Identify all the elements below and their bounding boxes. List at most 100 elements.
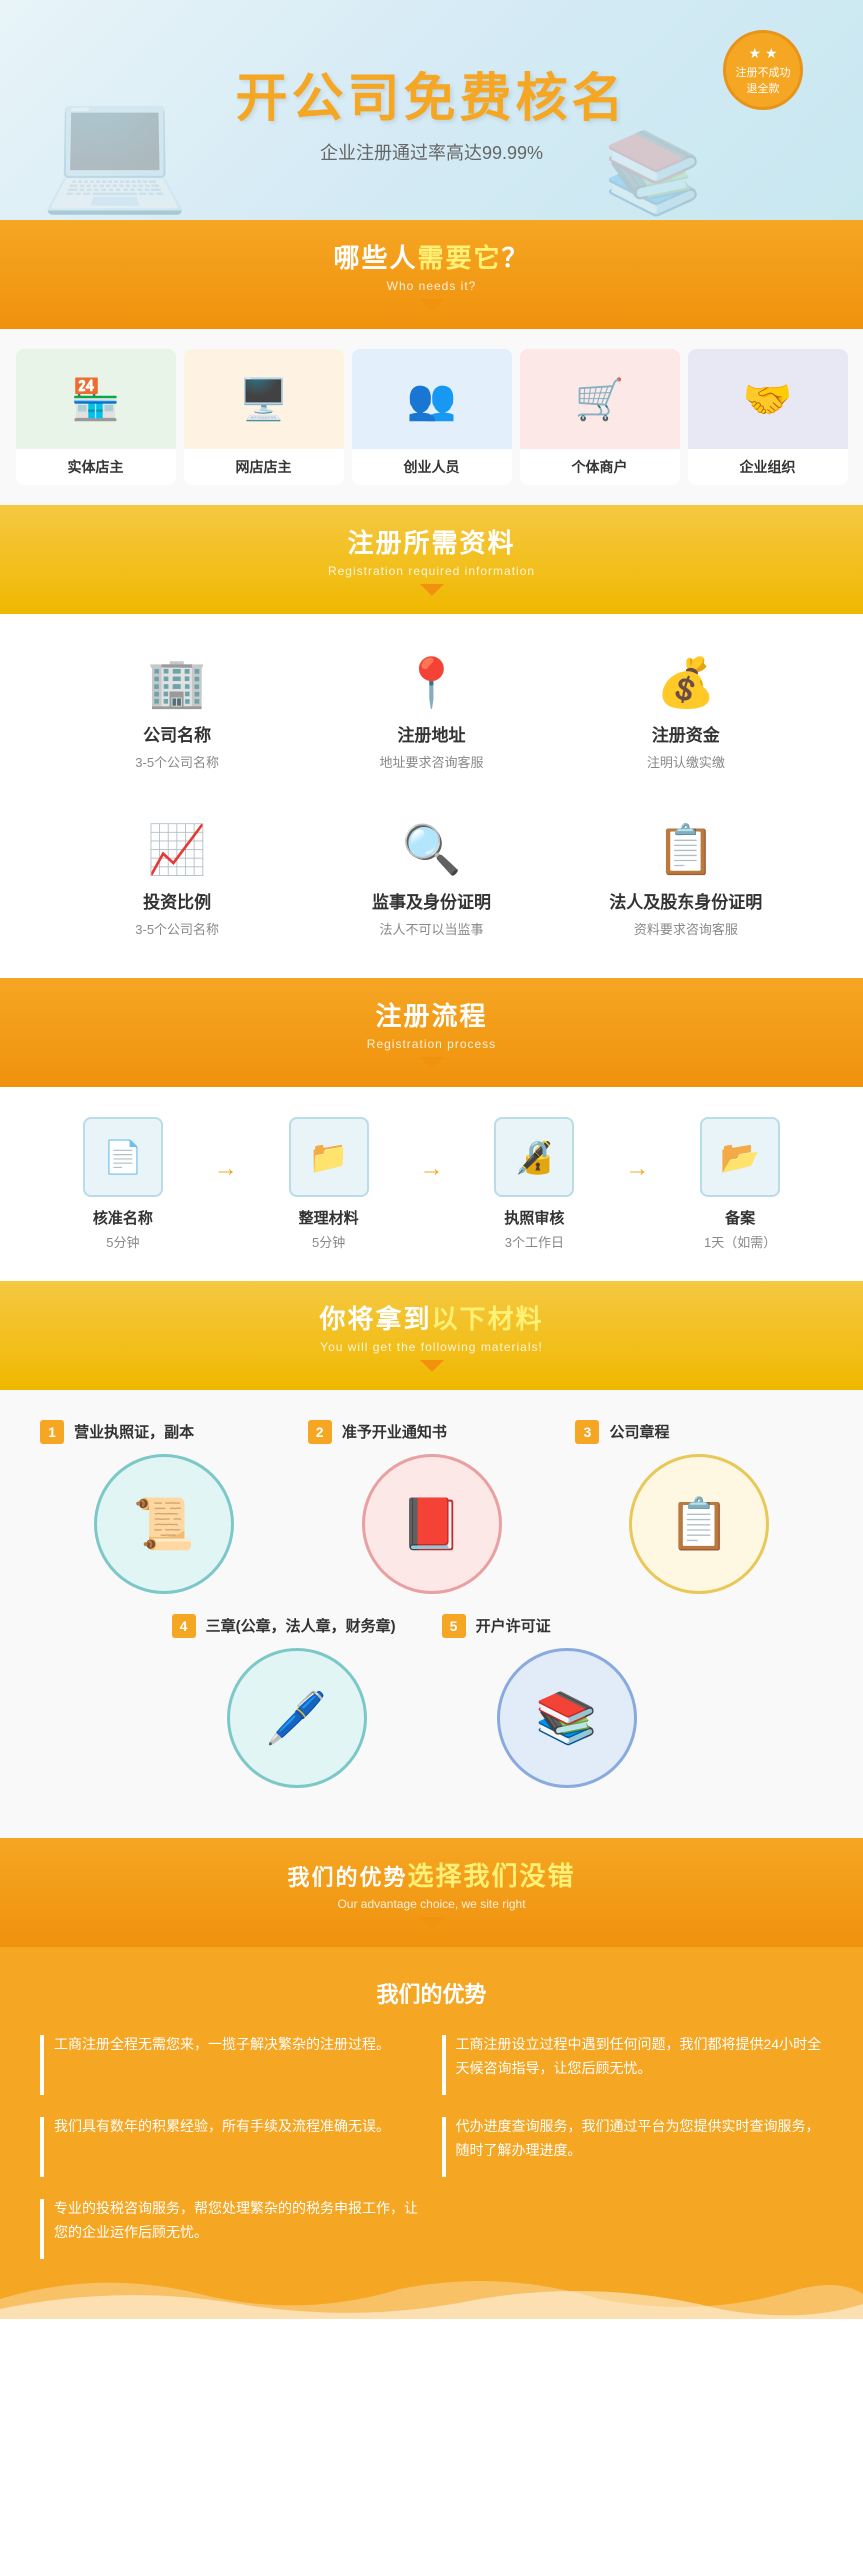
reg-info-icon-3: 💰 — [579, 654, 793, 711]
reg-info-header: 注册所需资料 Registration required information — [0, 505, 863, 614]
reg-info-grid: 🏢 公司名称 3-5个公司名称 📍 注册地址 地址要求咨询客服 💰 注册资金 注… — [60, 644, 803, 948]
our-advantage-title: 我们的优势 — [40, 1977, 823, 2009]
process-step-1-time: 5分钟 — [40, 1232, 206, 1251]
material-item-3: 3 公司章程 📋 — [575, 1420, 823, 1594]
who-card-1: 🏪 实体店主 — [16, 349, 176, 485]
process-step-4-time: 1天（如需） — [657, 1232, 823, 1251]
badge-stars: ★ ★ — [749, 45, 778, 62]
reg-info-grid-wrapper: 🏢 公司名称 3-5个公司名称 📍 注册地址 地址要求咨询客服 💰 注册资金 注… — [0, 614, 863, 978]
advantage-text-1: 工商注册全程无需您来，一揽子解决繁杂的注册过程。 — [54, 2033, 390, 2057]
advantage-header-title: 我们的优势选择我们没错 — [20, 1856, 843, 1893]
reg-info-item-6: 📋 法人及股东身份证明 资料要求咨询客服 — [569, 811, 803, 948]
material-number-5: 5 — [442, 1614, 466, 1638]
hero-laptop-decoration: 💻 — [40, 80, 189, 220]
process-en-subtitle: Registration process — [20, 1037, 843, 1051]
who-card-2-icon: 🖥️ — [184, 349, 344, 449]
who-needs-title: 哪些人需要它？ — [20, 238, 843, 275]
reg-info-desc-2: 地址要求咨询客服 — [324, 752, 538, 771]
advantage-item-4: 代办进度查询服务，我们通过平台为您提供实时查询服务，随时了解办理进度。 — [442, 2115, 824, 2177]
process-arrow-1: → — [214, 1155, 238, 1183]
material-title-1: 1 营业执照证，副本 — [40, 1420, 288, 1444]
material-title-4: 4 三章(公章，法人章，财务章) — [172, 1614, 422, 1638]
advantage-item-2: 工商注册设立过程中遇到任何问题，我们都将提供24小时全天候咨询指导，让您后顾无忧… — [442, 2033, 824, 2095]
process-arrow-3: → — [625, 1155, 649, 1183]
material-title-3: 3 公司章程 — [575, 1420, 823, 1444]
material-img-1: 📜 — [94, 1454, 234, 1594]
reg-info-title-6: 法人及股东身份证明 — [579, 888, 793, 913]
material-number-4: 4 — [172, 1614, 196, 1638]
advantage-text-2: 工商注册设立过程中遇到任何问题，我们都将提供24小时全天候咨询指导，让您后顾无忧… — [456, 2033, 824, 2081]
who-card-5: 🤝 企业组织 — [688, 349, 848, 485]
material-number-1: 1 — [40, 1420, 64, 1444]
reg-info-title-2: 注册地址 — [324, 721, 538, 746]
reg-info-title-1: 公司名称 — [70, 721, 284, 746]
who-card-2-label: 网店店主 — [184, 449, 344, 485]
reg-info-item-2: 📍 注册地址 地址要求咨询客服 — [314, 644, 548, 781]
reg-info-section: 🏢 公司名称 3-5个公司名称 📍 注册地址 地址要求咨询客服 💰 注册资金 注… — [0, 614, 863, 978]
material-number-2: 2 — [308, 1420, 332, 1444]
reg-info-item-3: 💰 注册资金 注明认缴实缴 — [569, 644, 803, 781]
reg-info-icon-4: 📈 — [70, 821, 284, 878]
reg-info-title: 注册所需资料 — [20, 523, 843, 560]
process-step-3-name: 执照审核 — [452, 1207, 618, 1228]
materials-arrow — [420, 1360, 444, 1372]
process-arrow — [420, 1057, 444, 1069]
who-card-3-icon: 👥 — [352, 349, 512, 449]
advantage-text-4: 代办进度查询服务，我们通过平台为您提供实时查询服务，随时了解办理进度。 — [456, 2115, 824, 2163]
reg-info-desc-6: 资料要求咨询客服 — [579, 919, 793, 938]
reg-info-arrow — [420, 584, 444, 596]
process-step-3-time: 3个工作日 — [452, 1232, 618, 1251]
process-header: 注册流程 Registration process — [0, 978, 863, 1087]
hero-title: 开公司免费核名 — [235, 56, 627, 131]
advantage-bar-2 — [442, 2035, 446, 2095]
hero-badge: ★ ★ 注册不成功 退全款 — [723, 30, 803, 110]
who-card-5-label: 企业组织 — [688, 449, 848, 485]
advantage-item-5: 专业的投税咨询服务，帮您处理繁杂的的税务申报工作，让您的企业运作后顾无忧。 — [40, 2197, 422, 2259]
material-item-1: 1 营业执照证，副本 📜 — [40, 1420, 288, 1594]
materials-header: 你将拿到以下材料 You will get the following mate… — [0, 1281, 863, 1390]
process-step-4-name: 备案 — [657, 1207, 823, 1228]
advantage-bar-5 — [40, 2199, 44, 2259]
reg-info-desc-5: 法人不可以当监事 — [324, 919, 538, 938]
advantage-header-section: 我们的优势选择我们没错 Our advantage choice, we sit… — [0, 1838, 863, 1947]
hero-section: 💻 📚 开公司免费核名 企业注册通过率高达99.99% ★ ★ 注册不成功 退全… — [0, 0, 863, 220]
reg-info-en-subtitle: Registration required information — [20, 564, 843, 578]
who-card-1-label: 实体店主 — [16, 449, 176, 485]
advantage-en-subtitle: Our advantage choice, we site right — [20, 1897, 843, 1911]
who-card-4-icon: 🛒 — [520, 349, 680, 449]
who-card-2: 🖥️ 网店店主 — [184, 349, 344, 485]
who-card-1-icon: 🏪 — [16, 349, 176, 449]
reg-info-icon-5: 🔍 — [324, 821, 538, 878]
material-img-3: 📋 — [629, 1454, 769, 1594]
advantage-text-5: 专业的投税咨询服务，帮您处理繁杂的的税务申报工作，让您的企业运作后顾无忧。 — [54, 2197, 422, 2245]
who-card-4-label: 个体商户 — [520, 449, 680, 485]
process-title: 注册流程 — [20, 996, 843, 1033]
process-steps-container: 📄 核准名称 5分钟 → 📁 整理材料 5分钟 → 🔏 执照审核 3个工作日 →… — [40, 1117, 823, 1251]
material-title-5: 5 开户许可证 — [442, 1614, 692, 1638]
who-needs-en-subtitle: Who needs it? — [20, 279, 843, 293]
who-card-3: 👥 创业人员 — [352, 349, 512, 485]
who-card-5-icon: 🤝 — [688, 349, 848, 449]
reg-info-item-1: 🏢 公司名称 3-5个公司名称 — [60, 644, 294, 781]
process-step-2-name: 整理材料 — [246, 1207, 412, 1228]
who-needs-arrow — [420, 299, 444, 311]
material-img-5: 📚 — [497, 1648, 637, 1788]
advantage-bar-1 — [40, 2035, 44, 2095]
reg-info-item-4: 📈 投资比例 3-5个公司名称 — [60, 811, 294, 948]
materials-row-1: 1 营业执照证，副本 📜 2 准予开业通知书 📕 3 公司章程 📋 — [40, 1420, 823, 1594]
process-step-3: 🔏 执照审核 3个工作日 — [452, 1117, 618, 1251]
reg-info-desc-3: 注明认缴实缴 — [579, 752, 793, 771]
advantage-grid: 工商注册全程无需您来，一揽子解决繁杂的注册过程。 工商注册设立过程中遇到任何问题… — [40, 2033, 823, 2259]
who-needs-grid: 🏪 实体店主 🖥️ 网店店主 👥 创业人员 🛒 个体商户 🤝 企业组织 — [10, 349, 853, 485]
advantage-header-arrow — [420, 1917, 444, 1929]
reg-info-icon-1: 🏢 — [70, 654, 284, 711]
reg-info-desc-4: 3-5个公司名称 — [70, 919, 284, 938]
process-step-2: 📁 整理材料 5分钟 — [246, 1117, 412, 1251]
materials-en-subtitle: You will get the following materials! — [20, 1340, 843, 1354]
reg-info-title-3: 注册资金 — [579, 721, 793, 746]
process-arrow-2: → — [420, 1155, 444, 1183]
process-step-4: 📂 备案 1天（如需） — [657, 1117, 823, 1251]
reg-info-item-5: 🔍 监事及身份证明 法人不可以当监事 — [314, 811, 548, 948]
who-needs-section: 🏪 实体店主 🖥️ 网店店主 👥 创业人员 🛒 个体商户 🤝 企业组织 — [0, 329, 863, 505]
materials-row-2: 4 三章(公章，法人章，财务章) 🖊️ 5 开户许可证 📚 — [40, 1614, 823, 1788]
